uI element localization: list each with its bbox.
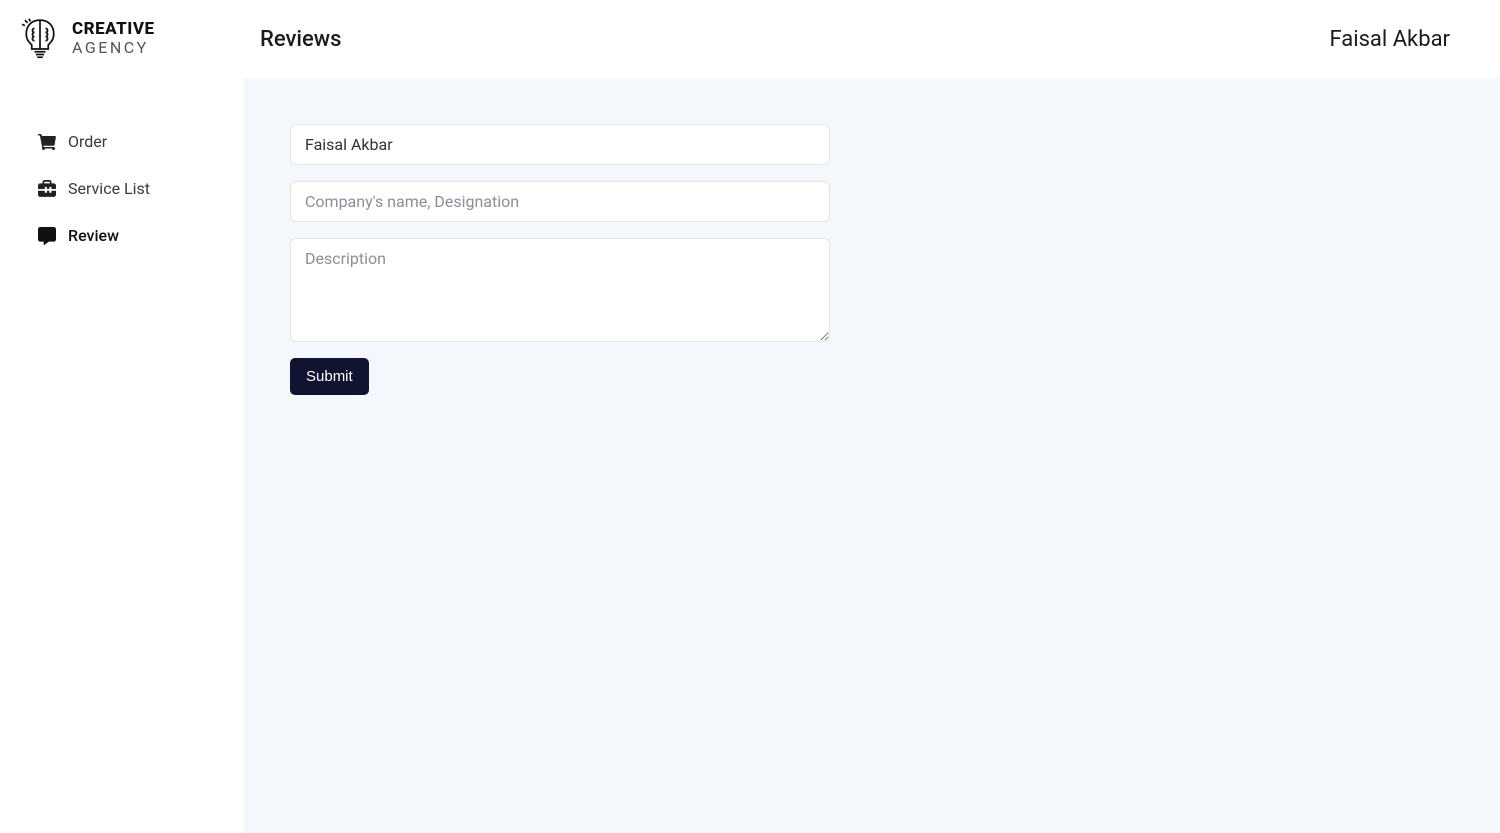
cart-icon: [38, 133, 56, 151]
sidebar-item-order[interactable]: Order: [0, 118, 244, 165]
logo-line1: CREATIVE: [72, 20, 155, 39]
sidebar-item-review[interactable]: Review: [0, 212, 244, 259]
logo[interactable]: CREATIVE AGENCY: [0, 16, 244, 90]
app-layout: CREATIVE AGENCY Order Service L: [0, 0, 1500, 833]
review-form: Submit: [290, 124, 830, 395]
toolbox-icon: [38, 180, 56, 198]
description-textarea[interactable]: [290, 238, 830, 342]
sidebar: CREATIVE AGENCY Order Service L: [0, 0, 244, 833]
chat-icon: [38, 227, 56, 245]
sidebar-item-label: Order: [68, 132, 107, 151]
sidebar-item-label: Service List: [68, 179, 150, 198]
company-input[interactable]: [290, 181, 830, 222]
page-title: Reviews: [260, 27, 341, 52]
main-area: Reviews Faisal Akbar Submit: [244, 0, 1500, 833]
content: Submit: [244, 78, 1500, 833]
name-input[interactable]: [290, 124, 830, 165]
logo-line2: AGENCY: [72, 39, 155, 57]
sidebar-item-service-list[interactable]: Service List: [0, 165, 244, 212]
submit-button[interactable]: Submit: [290, 358, 369, 395]
sidebar-nav: Order Service List Review: [0, 90, 244, 259]
logo-text: CREATIVE AGENCY: [72, 20, 155, 56]
header: Reviews Faisal Akbar: [244, 0, 1500, 78]
brain-bulb-icon: [18, 16, 62, 60]
header-user-name: Faisal Akbar: [1329, 27, 1450, 52]
sidebar-item-label: Review: [68, 226, 119, 245]
